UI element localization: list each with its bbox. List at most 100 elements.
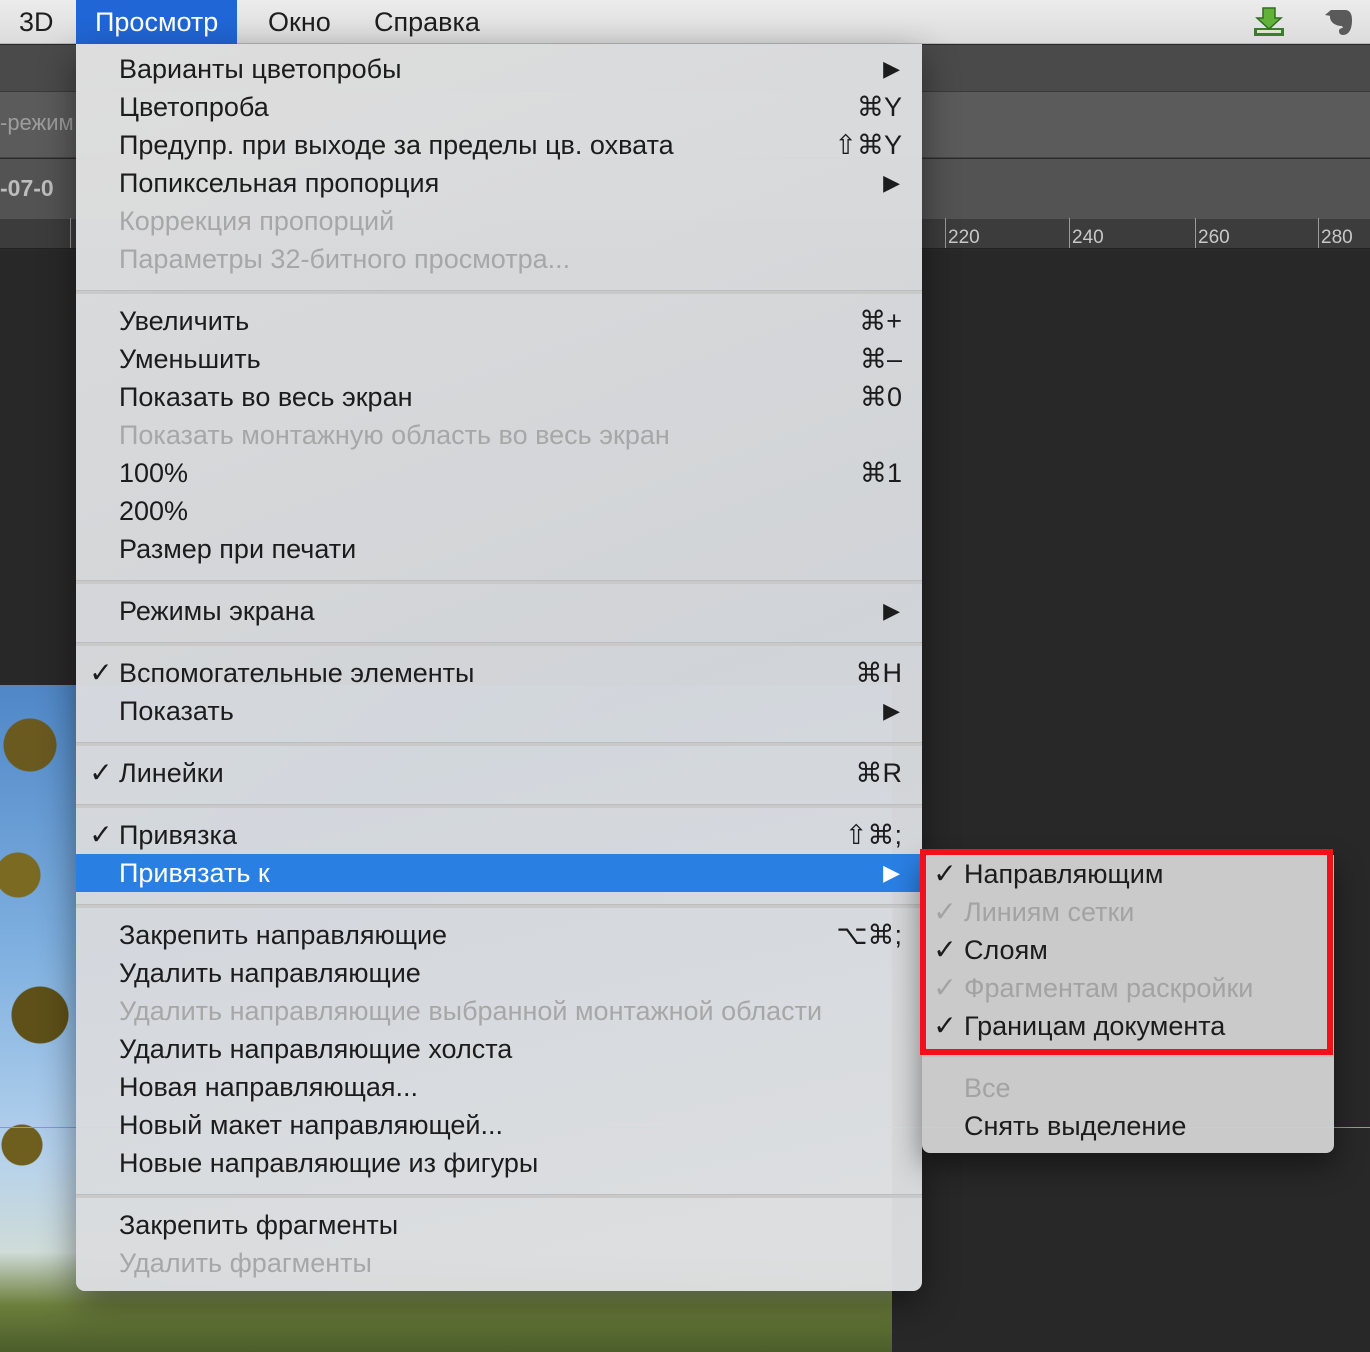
menu-item-14[interactable]: ✓ Вспомогательные элементы ⌘H — [76, 654, 922, 692]
menu-item-13[interactable]: Режимы экрана ▶ — [76, 592, 922, 630]
menu-item-19[interactable]: Закрепить направляющие ⌥⌘; — [76, 916, 922, 954]
download-arrow-icon[interactable] — [1252, 6, 1286, 38]
menu-separator — [76, 580, 922, 584]
evernote-elephant-icon[interactable] — [1322, 6, 1356, 38]
ruler-tick — [1318, 218, 1319, 248]
menu-item-16[interactable]: ✓ Линейки ⌘R — [76, 754, 922, 792]
menu-separator — [76, 1194, 922, 1198]
submenu-item-6[interactable]: Снять выделение — [922, 1107, 1334, 1145]
menu-item-8[interactable]: Показать во весь экран ⌘0 — [76, 378, 922, 416]
ruler-tick — [70, 218, 71, 248]
ruler-label: 220 — [948, 227, 980, 248]
menu-bar: 3D Просмотр Окно Справка — [0, 0, 1370, 44]
menu-item-label: Удалить направляющие холста — [119, 1034, 513, 1064]
menu-separator — [76, 804, 922, 808]
menu-item-label: Удалить направляющие выбранной монтажной… — [119, 996, 823, 1026]
menu-item-label: Вспомогательные элементы — [119, 658, 475, 688]
menu-item-shortcut: ⇧⌘Y — [834, 130, 902, 160]
menu-item-9: Показать монтажную область во весь экран — [76, 416, 922, 454]
menu-item-18[interactable]: Привязать к ▶ — [76, 854, 922, 892]
ruler-tick — [1195, 218, 1196, 248]
checkmark-icon: ✓ — [89, 757, 113, 788]
submenu-arrow-icon: ▶ — [883, 698, 900, 723]
view-menu-dropdown: Варианты цветопробы ▶ Цветопроба ⌘Y Предупр.… — [76, 44, 922, 1291]
menu-item-label: Удалить фрагменты — [119, 1248, 372, 1278]
menubar-item-help[interactable]: Справка — [355, 0, 499, 44]
submenu-item-label: Все — [964, 1073, 1011, 1103]
menu-item-label: Привязать к — [119, 858, 270, 888]
submenu-arrow-icon: ▶ — [883, 170, 900, 195]
submenu-arrow-icon: ▶ — [883, 860, 900, 885]
ruler-tick — [945, 218, 946, 248]
menu-item-17[interactable]: ✓ Привязка ⇧⌘; — [76, 816, 922, 854]
menu-item-26[interactable]: Закрепить фрагменты — [76, 1206, 922, 1244]
ruler-label: 260 — [1198, 227, 1230, 248]
menu-item-4: Коррекция пропорций — [76, 202, 922, 240]
menu-item-label: Варианты цветопробы — [119, 54, 402, 84]
highlight-frame — [920, 849, 1333, 1055]
menu-item-23[interactable]: Новая направляющая... — [76, 1068, 922, 1106]
checkmark-icon: ✓ — [89, 819, 113, 850]
menu-item-6[interactable]: Увеличить ⌘+ — [76, 302, 922, 340]
submenu-arrow-icon: ▶ — [883, 598, 900, 623]
menu-item-label: Привязка — [119, 820, 237, 850]
menu-item-shortcut: ⌘1 — [859, 458, 902, 488]
menu-item-label: Удалить направляющие — [119, 958, 421, 988]
menu-item-12[interactable]: Размер при печати — [76, 530, 922, 568]
menu-item-27: Удалить фрагменты — [76, 1244, 922, 1282]
ruler-tick — [1069, 218, 1070, 248]
menu-item-label: Новая направляющая... — [119, 1072, 418, 1102]
menu-item-label: 100% — [119, 458, 189, 488]
menu-item-3[interactable]: Попиксельная пропорция ▶ — [76, 164, 922, 202]
menu-item-7[interactable]: Уменьшить ⌘– — [76, 340, 922, 378]
menu-item-11[interactable]: 200% — [76, 492, 922, 530]
document-tab-label[interactable]: -07-0 — [0, 175, 54, 202]
menu-item-shortcut: ⌘Y — [856, 92, 902, 122]
menu-item-2[interactable]: Предупр. при выходе за пределы цв. охват… — [76, 126, 922, 164]
menu-separator — [76, 742, 922, 746]
menu-item-label: Цветопроба — [119, 92, 269, 122]
menu-item-15[interactable]: Показать ▶ — [76, 692, 922, 730]
menu-item-shortcut: ⇧⌘; — [844, 820, 902, 850]
menu-item-0[interactable]: Варианты цветопробы ▶ — [76, 50, 922, 88]
checkmark-icon: ✓ — [89, 657, 113, 688]
menu-item-label: 200% — [119, 496, 189, 526]
ruler-label: 240 — [1072, 227, 1104, 248]
menu-separator — [76, 642, 922, 646]
menu-item-label: Линейки — [119, 758, 224, 788]
menu-item-10[interactable]: 100% ⌘1 — [76, 454, 922, 492]
menu-separator — [76, 290, 922, 294]
ruler-label: 280 — [1321, 227, 1353, 248]
menu-item-label: Размер при печати — [119, 534, 357, 564]
menu-item-22[interactable]: Удалить направляющие холста — [76, 1030, 922, 1068]
menu-item-shortcut: ⌥⌘; — [836, 920, 902, 950]
menu-item-24[interactable]: Новый макет направляющей... — [76, 1106, 922, 1144]
menu-item-label: Закрепить направляющие — [119, 920, 448, 950]
menu-item-label: Новый макет направляющей... — [119, 1110, 503, 1140]
menu-item-shortcut: ⌘0 — [859, 382, 902, 412]
menu-item-25[interactable]: Новые направляющие из фигуры — [76, 1144, 922, 1182]
menu-item-label: Уменьшить — [119, 344, 261, 374]
menu-item-label: Новые направляющие из фигуры — [119, 1148, 539, 1178]
menu-item-label: Показать во весь экран — [119, 382, 413, 412]
menu-item-label: Увеличить — [119, 306, 250, 336]
menu-item-20[interactable]: Удалить направляющие — [76, 954, 922, 992]
menu-item-shortcut: ⌘+ — [859, 306, 902, 336]
menubar-item-view[interactable]: Просмотр — [76, 0, 238, 44]
menu-item-label: Параметры 32-битного просмотра... — [119, 244, 571, 274]
menu-item-shortcut: ⌘R — [855, 758, 903, 788]
submenu-item-5: Все — [922, 1069, 1334, 1107]
menu-item-label: Предупр. при выходе за пределы цв. охват… — [119, 130, 674, 160]
menu-item-label: Режимы экрана — [119, 596, 315, 626]
menu-item-shortcut: ⌘– — [859, 344, 902, 374]
menu-item-label: Попиксельная пропорция — [119, 168, 440, 198]
menu-item-label: Показать — [119, 696, 234, 726]
menu-item-1[interactable]: Цветопроба ⌘Y — [76, 88, 922, 126]
menu-item-5: Параметры 32-битного просмотра... — [76, 240, 922, 278]
submenu-arrow-icon: ▶ — [883, 56, 900, 81]
menubar-item-window[interactable]: Окно — [249, 0, 350, 44]
menu-item-shortcut: ⌘H — [855, 658, 903, 688]
panel-text: -режим — [0, 110, 74, 135]
menubar-item-3d[interactable]: 3D — [0, 0, 73, 44]
menu-separator — [76, 904, 922, 908]
